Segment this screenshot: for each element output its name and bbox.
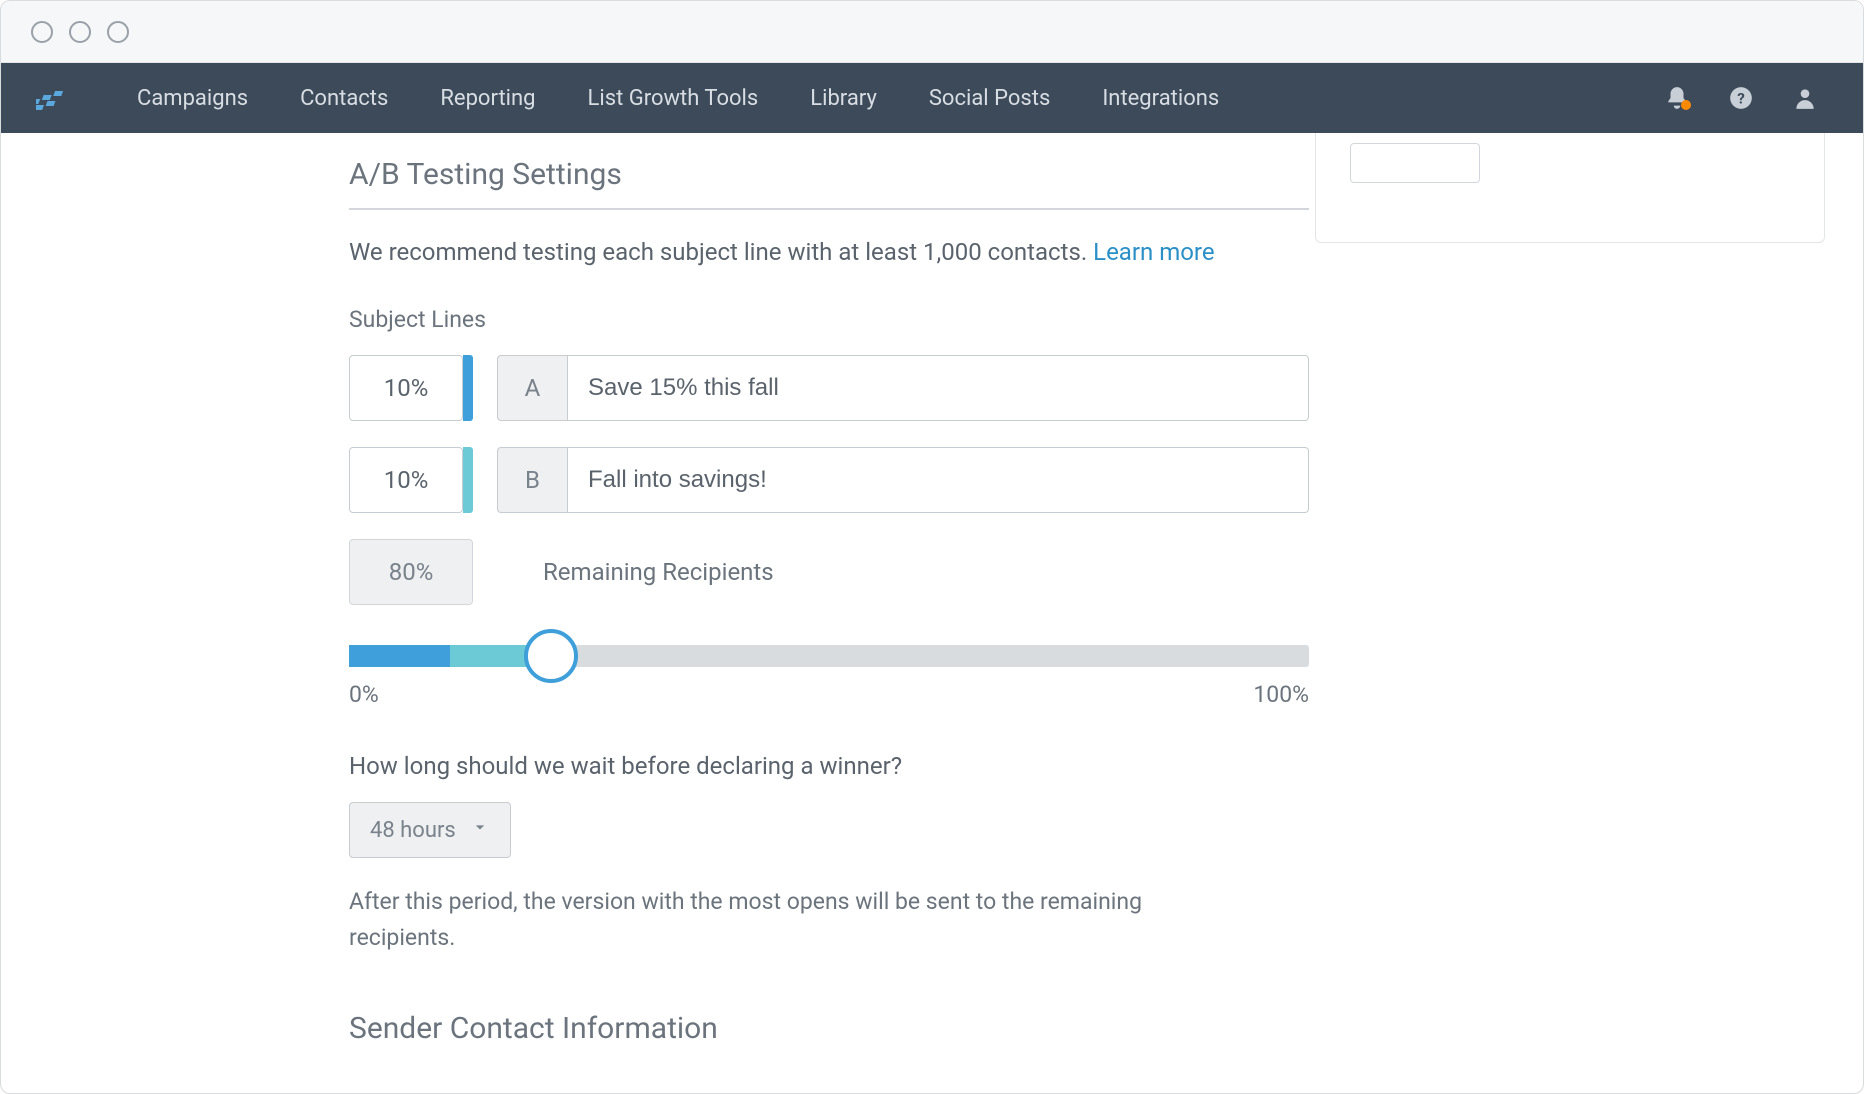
nav-campaigns[interactable]: Campaigns bbox=[137, 86, 248, 111]
slider-min-label: 0% bbox=[349, 681, 379, 708]
variant-b-color-icon bbox=[463, 447, 473, 513]
test-split-slider[interactable] bbox=[349, 645, 1309, 667]
nav-contacts[interactable]: Contacts bbox=[300, 86, 388, 111]
slider-track bbox=[349, 645, 1309, 667]
app-window: Campaigns Contacts Reporting List Growth… bbox=[0, 0, 1864, 1094]
notification-badge-icon bbox=[1681, 100, 1691, 110]
brand-logo-icon[interactable] bbox=[31, 78, 81, 118]
after-period-text: After this period, the version with the … bbox=[349, 884, 1219, 955]
recommend-body: We recommend testing each subject line w… bbox=[349, 238, 1093, 266]
variant-b-subject-input[interactable] bbox=[567, 447, 1309, 513]
slider-labels: 0% 100% bbox=[349, 681, 1309, 708]
user-icon[interactable] bbox=[1787, 80, 1823, 116]
remaining-label: Remaining Recipients bbox=[543, 558, 774, 586]
nav-social-posts[interactable]: Social Posts bbox=[929, 86, 1050, 111]
wait-duration-dropdown[interactable]: 48 hours bbox=[349, 802, 511, 858]
variant-b-percent[interactable]: 10% bbox=[349, 447, 463, 513]
wait-duration-value: 48 hours bbox=[370, 818, 456, 843]
window-zoom-icon[interactable] bbox=[107, 21, 129, 43]
window-minimize-icon[interactable] bbox=[69, 21, 91, 43]
slider-segment-a bbox=[349, 645, 450, 667]
ab-testing-title: A/B Testing Settings bbox=[349, 157, 1309, 210]
slider-handle[interactable] bbox=[524, 629, 578, 683]
sender-contact-title: Sender Contact Information bbox=[349, 1011, 1309, 1046]
side-panel-chip bbox=[1350, 143, 1480, 183]
variant-a-percent[interactable]: 10% bbox=[349, 355, 463, 421]
variant-row-b: 10% B bbox=[349, 447, 1309, 513]
notifications-icon[interactable] bbox=[1659, 80, 1695, 116]
remaining-percent: 80% bbox=[349, 539, 473, 605]
variant-b-letter: B bbox=[497, 447, 567, 513]
nav-integrations[interactable]: Integrations bbox=[1102, 86, 1219, 111]
variant-a-color-icon bbox=[463, 355, 473, 421]
variant-row-a: 10% A bbox=[349, 355, 1309, 421]
remaining-row: 80% Remaining Recipients bbox=[349, 539, 1309, 605]
svg-text:?: ? bbox=[1737, 89, 1745, 107]
subject-lines-label: Subject Lines bbox=[349, 306, 1309, 333]
side-panel bbox=[1315, 133, 1825, 243]
learn-more-link[interactable]: Learn more bbox=[1093, 238, 1214, 266]
help-icon[interactable]: ? bbox=[1723, 80, 1759, 116]
variant-a-subject-input[interactable] bbox=[567, 355, 1309, 421]
window-close-icon[interactable] bbox=[31, 21, 53, 43]
nav-library[interactable]: Library bbox=[810, 86, 877, 111]
main-column: A/B Testing Settings We recommend testin… bbox=[349, 151, 1309, 1093]
chevron-down-icon bbox=[470, 817, 490, 843]
content-area: A/B Testing Settings We recommend testin… bbox=[1, 133, 1863, 1093]
window-titlebar bbox=[1, 1, 1863, 63]
variant-a-letter: A bbox=[497, 355, 567, 421]
slider-max-label: 100% bbox=[1253, 681, 1309, 708]
nav-reporting[interactable]: Reporting bbox=[440, 86, 535, 111]
wait-duration-label: How long should we wait before declaring… bbox=[349, 752, 1309, 780]
top-nav: Campaigns Contacts Reporting List Growth… bbox=[1, 63, 1863, 133]
nav-list-growth-tools[interactable]: List Growth Tools bbox=[588, 86, 759, 111]
recommend-text: We recommend testing each subject line w… bbox=[349, 238, 1309, 266]
